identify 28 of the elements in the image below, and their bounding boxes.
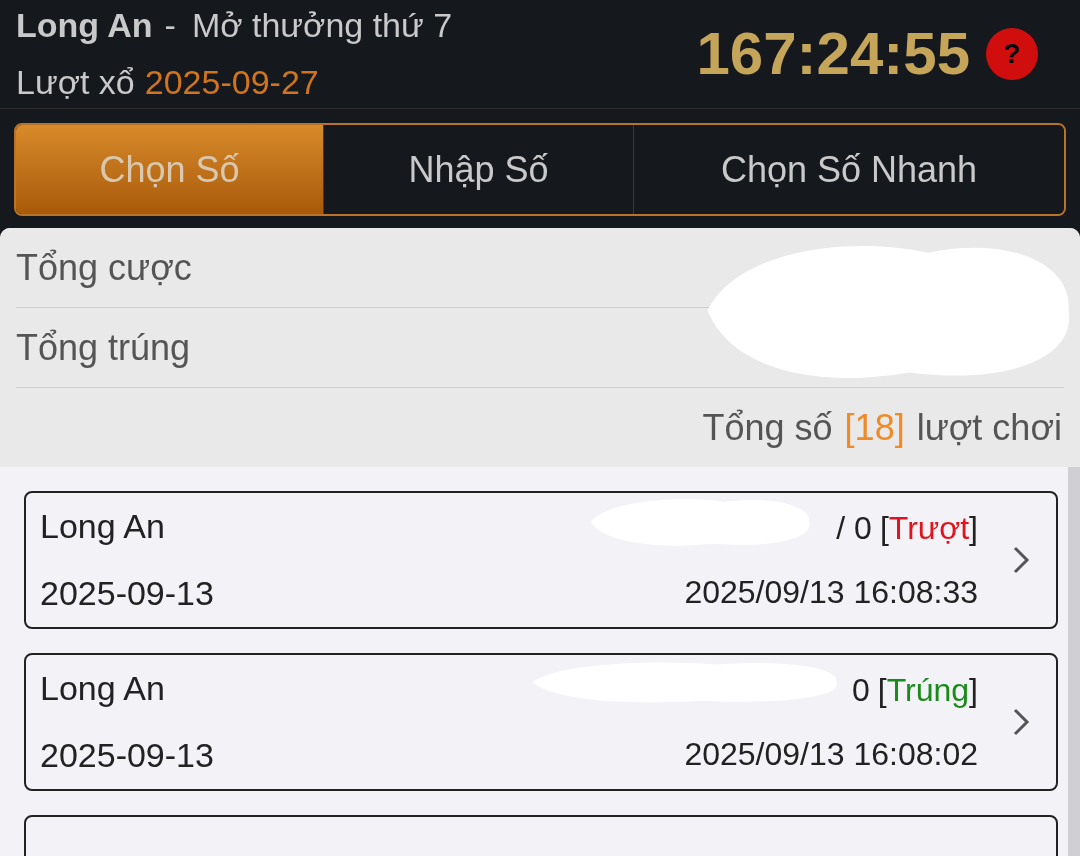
ticket-date: 2025-09-13 xyxy=(40,735,215,776)
round-date: 2025-09-27 xyxy=(144,62,319,103)
help-button[interactable]: ? xyxy=(986,28,1038,80)
ticket-card[interactable]: Long An 2025-09-13 / 0 [Trượt] 2025/09/13 16:08:33 xyxy=(24,491,1058,629)
summary-label: Tổng trúng xyxy=(16,325,191,370)
round-label: Lượt xổ xyxy=(16,62,135,103)
total-count: [18] xyxy=(844,405,905,450)
draw-label: Mở thưởng thứ 7 xyxy=(191,5,453,46)
ticket-status: [Trúng] xyxy=(877,671,978,710)
ticket-amount: / 0 xyxy=(836,509,872,548)
province-title: Long An xyxy=(16,5,153,46)
ticket-status: [Trượt] xyxy=(879,509,978,548)
ticket-card[interactable]: Long An 2025-09-13 0 [Trúng] 2025/09/13 16:08:02 xyxy=(24,653,1058,791)
chevron-right-icon xyxy=(1012,707,1030,737)
countdown-timer: 167:24:55 xyxy=(696,19,970,89)
ticket-date: 2025-09-13 xyxy=(40,573,215,614)
total-prefix: Tổng số xyxy=(702,405,833,450)
ticket-province: Long An xyxy=(40,506,166,547)
tab[interactable]: Chọn Số Nhanh xyxy=(633,125,1064,214)
scrollbar[interactable] xyxy=(1068,467,1080,856)
chevron-right-icon xyxy=(1012,545,1030,575)
ticket-amount: 0 xyxy=(852,671,870,710)
ticket-time: 2025/09/13 16:08:33 xyxy=(684,573,978,612)
summary-label: Tổng cược xyxy=(16,245,192,290)
separator-text: - xyxy=(164,5,176,46)
total-suffix: lượt chơi xyxy=(916,405,1062,450)
ticket-time: 2025/09/13 16:08:02 xyxy=(684,735,978,774)
ticket-province: Long An xyxy=(40,668,166,709)
